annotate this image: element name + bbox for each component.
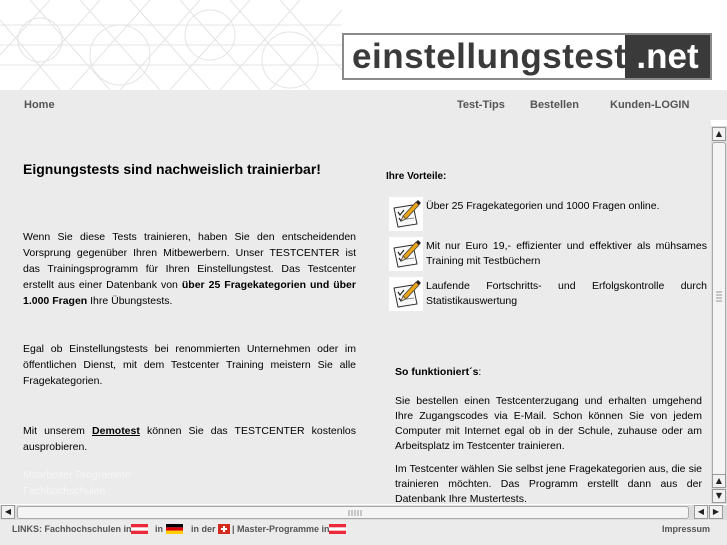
footer-master-label: | Master-Programme in bbox=[232, 524, 330, 534]
funktion-title-suffix: : bbox=[478, 366, 482, 378]
nav-home[interactable]: Home bbox=[24, 99, 55, 111]
impressum-link[interactable]: Impressum bbox=[662, 524, 710, 534]
horizontal-scrollbar[interactable]: ◀ ◀ ▶ bbox=[0, 505, 727, 520]
funktion-title-text: So funktioniert´s bbox=[395, 366, 479, 378]
vertical-scrollbar[interactable]: ▲ ▲ ▼ bbox=[711, 126, 727, 504]
grip-icon bbox=[348, 510, 362, 516]
checklist-pencil-icon bbox=[389, 197, 423, 231]
funktion-paragraph-1: Sie bestellen einen Testcenterzugang und… bbox=[395, 395, 702, 452]
hidden-links: Mitarbeiter Programme Fachhochschulen bbox=[23, 467, 130, 499]
vorteile-title: Ihre Vorteile: bbox=[386, 171, 447, 182]
scroll-up-button[interactable]: ▲ bbox=[712, 127, 726, 141]
funktion-title: So funktioniert´s: bbox=[395, 366, 481, 378]
nav-test-tips[interactable]: Test-Tips bbox=[457, 99, 505, 111]
logo-name: einstellungstest bbox=[352, 37, 627, 76]
demotest-paragraph: Mit unserem Demotest können Sie das TEST… bbox=[23, 423, 356, 455]
scroll-up-button-lower[interactable]: ▲ bbox=[712, 474, 726, 488]
hidden-link-mitarbeiter[interactable]: Mitarbeiter Programme bbox=[23, 467, 130, 483]
scroll-left-button-right[interactable]: ◀ bbox=[694, 505, 708, 519]
navbar: Home Test-Tips Bestellen Kunden-LOGIN bbox=[0, 90, 727, 120]
nav-kunden-login[interactable]: Kunden-LOGIN bbox=[610, 99, 689, 111]
advantage-text-1: Über 25 Fragekategorien und 1000 Fragen … bbox=[426, 200, 660, 212]
horizontal-scroll-thumb[interactable] bbox=[17, 506, 689, 519]
public-service-paragraph: Egal ob Einstellungstests bei renommiert… bbox=[23, 343, 356, 387]
checklist-pencil-icon bbox=[389, 277, 423, 311]
scroll-down-button[interactable]: ▼ bbox=[712, 489, 726, 503]
advantage-text-3: Laufende Fortschritts- und Erfolgskontro… bbox=[426, 280, 707, 307]
scroll-left-button[interactable]: ◀ bbox=[1, 505, 15, 519]
footer-in-label: in bbox=[155, 524, 163, 534]
advantage-text-2: Mit nur Euro 19,- effizienter und effekt… bbox=[426, 240, 707, 267]
scroll-right-button[interactable]: ▶ bbox=[709, 505, 723, 519]
site-logo[interactable]: einstellungstest .net bbox=[342, 33, 712, 80]
intro-text-end: Ihre Übungstests. bbox=[87, 295, 173, 307]
switzerland-flag-icon[interactable] bbox=[218, 524, 230, 534]
footer: LINKS: Fachhochschulen in in in der | Ma… bbox=[0, 520, 727, 545]
intro-paragraph: Wenn Sie diese Tests trainieren, haben S… bbox=[23, 229, 356, 309]
demotest-text-start: Mit unserem bbox=[23, 425, 93, 437]
vertical-scroll-thumb[interactable] bbox=[712, 142, 726, 486]
header: einstellungstest .net bbox=[0, 0, 727, 90]
austria-flag-icon[interactable] bbox=[131, 524, 148, 534]
austria-flag-icon[interactable] bbox=[329, 524, 346, 534]
grip-icon bbox=[716, 291, 722, 302]
main-content: Eignungstests sind nachweislich trainier… bbox=[0, 120, 711, 504]
checklist-pencil-icon bbox=[389, 237, 423, 271]
nav-bestellen[interactable]: Bestellen bbox=[530, 99, 579, 111]
demotest-link[interactable]: Demotest bbox=[92, 425, 140, 437]
hidden-link-fachhochschulen[interactable]: Fachhochschulen bbox=[23, 483, 130, 499]
funktion-paragraph-2: Im Testcenter wählen Sie selbst jene Fra… bbox=[395, 463, 702, 504]
footer-links-label: LINKS: Fachhochschulen in bbox=[12, 524, 132, 534]
logo-tld: .net bbox=[625, 35, 710, 78]
germany-flag-icon[interactable] bbox=[166, 524, 183, 534]
page-headline: Eignungstests sind nachweislich trainier… bbox=[23, 161, 321, 177]
footer-in-der-label: in der bbox=[191, 524, 216, 534]
